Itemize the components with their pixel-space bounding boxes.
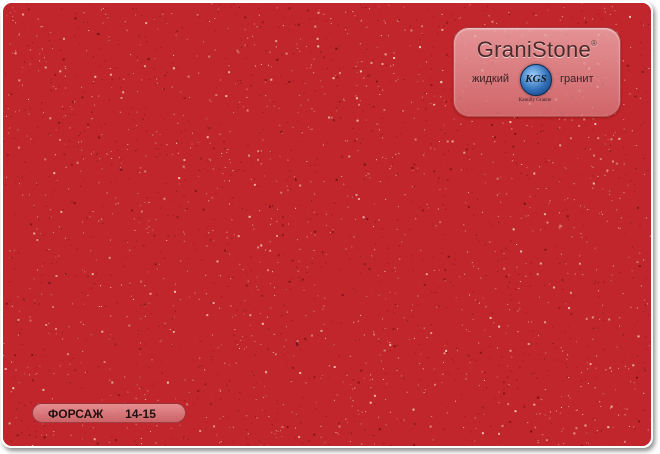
sample-card: GraniStone® жидкий KGS гранит Kamilly Gr… [1, 1, 653, 448]
emblem-letters: KGS [525, 73, 547, 85]
granite-texture: GraniStone® жидкий KGS гранит Kamilly Gr… [3, 3, 651, 446]
emblem-caption: Kamilly Granite [518, 98, 552, 103]
tagline-right: гранит [560, 73, 594, 85]
registered-mark: ® [591, 39, 598, 48]
color-name: ФОРСАЖ [48, 407, 104, 421]
globe-emblem-icon: KGS [520, 64, 552, 96]
tagline-left: жидкий [472, 73, 510, 85]
brand-name: GraniStone [476, 37, 592, 62]
color-code: 14-15 [125, 407, 156, 421]
brand-logo: GraniStone® жидкий KGS гранит Kamilly Gr… [453, 27, 621, 117]
color-name-label: ФОРСАЖ 14-15 [32, 403, 186, 423]
